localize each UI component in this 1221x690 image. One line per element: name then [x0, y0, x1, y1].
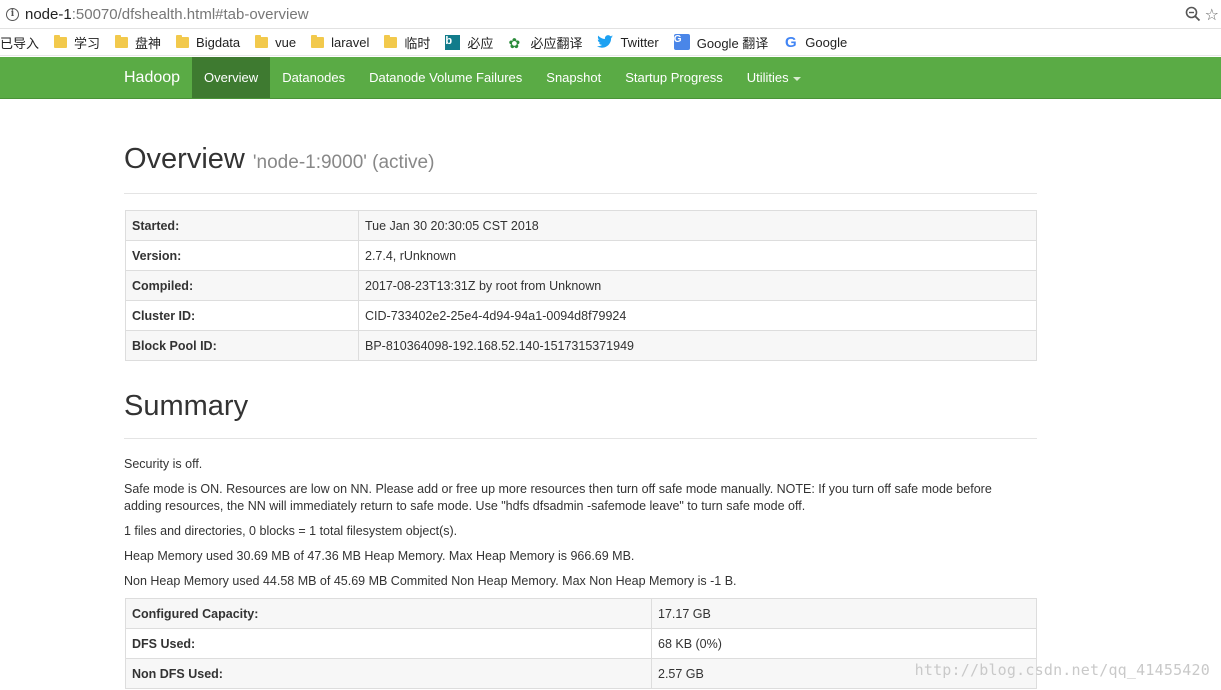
row-key: Version:: [125, 240, 359, 271]
row-value: 17.17 GB: [651, 598, 1037, 629]
row-value: BP-810364098-192.168.52.140-151731537194…: [358, 330, 1037, 361]
bookmark-vue[interactable]: vue: [255, 34, 297, 50]
row-key: Compiled:: [125, 270, 359, 301]
bookmark-bing[interactable]: b 必应: [445, 33, 493, 52]
heap-memory: Heap Memory used 30.69 MB of 47.36 MB He…: [124, 549, 635, 563]
bookmark-label: 已导入: [0, 35, 40, 51]
bookmark-label: laravel: [331, 34, 370, 50]
bookmark-bigdata[interactable]: Bigdata: [176, 34, 241, 50]
info-icon[interactable]: i: [6, 7, 19, 21]
row-value: 2017-08-23T13:31Z by root from Unknown: [358, 270, 1037, 301]
overview-heading: Overview 'node-1:9000' (active): [124, 143, 434, 176]
summary-divider: [124, 438, 1037, 439]
row-value: 2.7.4, rUnknown: [358, 240, 1037, 271]
watermark: http://blog.csdn.net/qq_41455420: [914, 661, 1210, 679]
row-value: Tue Jan 30 20:30:05 CST 2018: [358, 210, 1037, 241]
bookmark-label: 临时: [404, 35, 431, 51]
tab-startup-progress[interactable]: Startup Progress: [613, 57, 735, 98]
folder-icon: [176, 34, 190, 48]
table-row: Configured Capacity: 17.17 GB: [125, 598, 1037, 629]
row-key: Cluster ID:: [125, 300, 359, 331]
table-row: Started: Tue Jan 30 20:30:05 CST 2018: [125, 210, 1037, 241]
folder-icon: [255, 34, 269, 48]
bookmarks-bar: 已导入 学习 盘神 Bigdata vue laravel 临时 b 必应 ✿ 必应…: [0, 29, 1221, 56]
safemode-line: adding resources, the NN will immediatel…: [124, 499, 806, 513]
bookmark-google-translate[interactable]: G Google 翻译: [673, 33, 769, 52]
filesystem-objects: 1 files and directories, 0 blocks = 1 to…: [124, 524, 458, 538]
table-row: Compiled: 2017-08-23T13:31Z by root from …: [125, 270, 1037, 301]
utilities-label: Utilities: [746, 70, 789, 85]
bookmark-label: vue: [275, 34, 297, 50]
row-value: 68 KB (0%): [651, 628, 1037, 659]
bookmark-label: 盘神: [135, 35, 162, 51]
row-key: Non DFS Used:: [125, 658, 652, 689]
row-key: Configured Capacity:: [125, 598, 652, 629]
row-key: Started:: [125, 210, 359, 241]
row-key: DFS Used:: [125, 628, 652, 659]
nav-tabs: Overview Datanodes Datanode Volume Failu…: [192, 57, 813, 98]
google-translate-icon: G: [673, 34, 690, 50]
overview-table: Started: Tue Jan 30 20:30:05 CST 2018 Ver…: [125, 210, 1037, 361]
folder-icon: [311, 34, 325, 48]
folder-icon: [384, 34, 398, 48]
twitter-icon: [597, 35, 614, 48]
bookmark-laravel[interactable]: laravel: [311, 34, 370, 50]
bookmark-label: 必应: [467, 35, 494, 51]
bookmark-bing-translate[interactable]: ✿ 必应翻译: [508, 33, 582, 52]
folder-icon: [115, 34, 129, 48]
table-row: Non DFS Used: 2.57 GB: [125, 658, 1037, 689]
bookmark-google[interactable]: G Google: [783, 34, 847, 51]
bookmark-study[interactable]: 学习: [54, 33, 100, 52]
url-path: :50070/dfshealth.html#tab-overview: [71, 5, 309, 23]
table-row: Block Pool ID: BP-810364098-192.168.52.14…: [125, 330, 1037, 361]
bookmark-imported[interactable]: 已导入: [0, 33, 39, 52]
tab-datanodes[interactable]: Datanodes: [270, 57, 357, 98]
tab-snapshot[interactable]: Snapshot: [534, 57, 613, 98]
bookmark-label: Bigdata: [196, 34, 241, 50]
translate-icon: ✿: [508, 34, 521, 51]
non-heap-memory: Non Heap Memory used 44.58 MB of 45.69 M…: [124, 574, 737, 588]
bookmark-label: 必应翻译: [530, 35, 583, 51]
url-host: node-1: [25, 5, 72, 23]
overview-divider: [124, 193, 1037, 194]
tab-utilities[interactable]: Utilities: [735, 57, 813, 98]
tab-datanode-volume-failures[interactable]: Datanode Volume Failures: [357, 57, 534, 98]
overview-subtitle: 'node-1:9000' (active): [252, 152, 435, 173]
table-row: Cluster ID: CID-733402e2-25e4-4d94-94a1-0…: [125, 300, 1037, 331]
caret-down-icon: [792, 76, 801, 81]
overview-title: Overview: [124, 143, 245, 175]
bookmark-temp[interactable]: 临时: [384, 33, 430, 52]
table-row: DFS Used: 68 KB (0%): [125, 628, 1037, 659]
tab-overview[interactable]: Overview: [192, 57, 271, 98]
bookmark-panshen[interactable]: 盘神: [115, 33, 161, 52]
address-bar: i node-1:50070/dfshealth.html#tab-overvi…: [0, 0, 1221, 29]
table-row: Version: 2.7.4, rUnknown: [125, 240, 1037, 271]
row-key: Block Pool ID:: [125, 330, 359, 361]
brand-link[interactable]: Hadoop: [124, 57, 180, 98]
google-icon: G: [784, 33, 797, 51]
bookmark-label: Google: [805, 34, 848, 50]
url-field[interactable]: node-1:50070/dfshealth.html#tab-overview: [25, 6, 309, 23]
row-value: CID-733402e2-25e4-4d94-94a1-0094d8f79924: [358, 300, 1037, 331]
zoom-icon[interactable]: [1185, 6, 1201, 22]
bing-icon: b: [445, 34, 461, 50]
folder-icon: [54, 34, 68, 48]
safemode-notice: Safe mode is ON. Resources are low on NN…: [124, 481, 1036, 515]
security-status: Security is off.: [124, 457, 203, 471]
bookmark-label: 学习: [74, 35, 101, 51]
hadoop-navbar: Hadoop Overview Datanodes Datanode Volum…: [0, 57, 1221, 99]
summary-table: Configured Capacity: 17.17 GB DFS Used: 68…: [125, 598, 1037, 689]
summary-title: Summary: [124, 390, 249, 422]
bookmark-label: Twitter: [620, 34, 659, 50]
bookmark-star-icon[interactable]: ☆: [1205, 5, 1219, 25]
bookmark-twitter[interactable]: Twitter: [597, 34, 659, 50]
safemode-line: Safe mode is ON. Resources are low on NN…: [124, 482, 992, 496]
bookmark-label: Google 翻译: [696, 35, 769, 51]
